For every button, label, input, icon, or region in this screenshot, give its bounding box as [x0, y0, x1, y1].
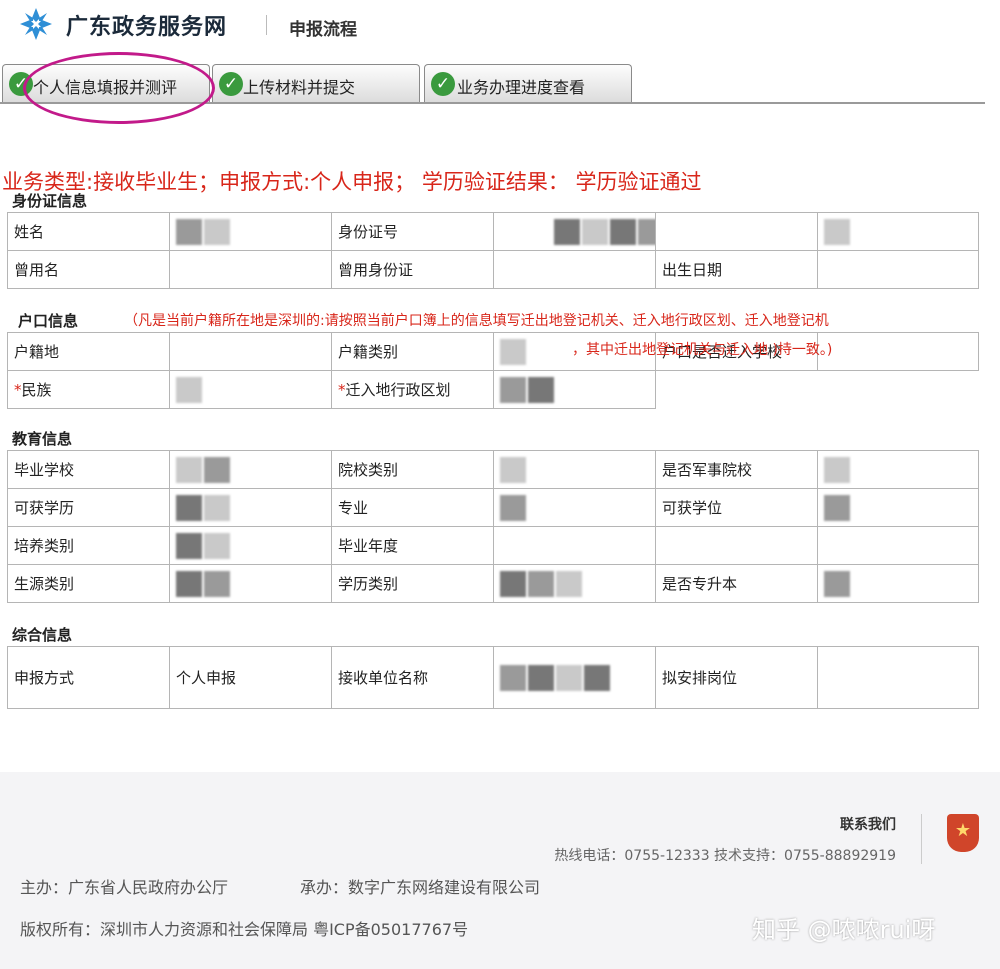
major-value [493, 488, 656, 527]
district-value[interactable] [493, 370, 656, 409]
source-value [169, 564, 332, 603]
edu-type-value [493, 564, 656, 603]
id-value [493, 212, 656, 251]
school-type-value [493, 450, 656, 489]
district-label-text: 迁入地行政区划 [345, 381, 451, 399]
empty-cell [817, 526, 979, 565]
table-row: *民族 *迁入地行政区划 [7, 370, 979, 409]
check-icon: ✓ [219, 72, 243, 96]
post-value [817, 646, 979, 709]
table-row: 生源类别 学历类别 是否专升本 [7, 564, 979, 603]
school-move-value [817, 332, 979, 371]
site-title[interactable]: 广东政务服务网 [66, 9, 227, 41]
former-name-label: 曾用名 [7, 250, 170, 289]
empty-cell [818, 371, 979, 409]
employer-value [493, 646, 656, 709]
tab-label: 上传材料并提交 [243, 78, 356, 97]
empty-cell [656, 371, 818, 409]
table-row: 申报方式 个人申报 接收单位名称 拟安排岗位 [7, 646, 979, 709]
grad-year-label: 毕业年度 [331, 526, 494, 565]
degree-label: 可获学历 [7, 488, 170, 527]
ethnicity-value[interactable] [169, 370, 332, 409]
district-label: *迁入地行政区划 [331, 370, 494, 409]
method-label: 申报方式 [7, 646, 170, 709]
extra-value [817, 212, 979, 251]
section-title-general: 综合信息 [12, 626, 73, 644]
former-name-value [169, 250, 332, 289]
post-label: 拟安排岗位 [655, 646, 818, 709]
annotation-circle [23, 52, 215, 124]
ethnicity-label: *民族 [7, 370, 170, 409]
header-divider [266, 15, 267, 35]
empty-cell [655, 526, 818, 565]
upgrade-value [817, 564, 979, 603]
main-content: ✓ 个人信息填报并测评 ✓ 上传材料并提交 ✓ 业务办理进度查看 业务类型:接收… [0, 52, 1000, 772]
general-table: 申报方式 个人申报 接收单位名称 拟安排岗位 [7, 646, 979, 709]
section-title-identity: 身份证信息 [12, 192, 88, 210]
tab-progress[interactable]: ✓ 业务办理进度查看 [424, 64, 632, 102]
section-title-education: 教育信息 [12, 430, 73, 448]
application-summary: 业务类型:接收毕业生；申报方式:个人申报； 学历验证结果： 学历验证通过 [2, 170, 702, 194]
source-label: 生源类别 [7, 564, 170, 603]
id-value-cont [655, 212, 818, 251]
household-note-continued: ，其中迁出地登记机关与迁入地 )持一致。) [572, 342, 833, 358]
military-label: 是否军事院校 [655, 450, 818, 489]
edu-type-label: 学历类别 [331, 564, 494, 603]
birth-value [817, 250, 979, 289]
training-value [169, 526, 332, 565]
household-place-label: 户籍地 [7, 332, 170, 371]
gov-badge-icon[interactable]: ★ [947, 814, 979, 852]
upgrade-label: 是否专升本 [655, 564, 818, 603]
table-row: 户籍地 户籍类别 户口是否迁入学校 [7, 332, 979, 371]
gov-logo-icon [18, 6, 54, 42]
birth-label: 出生日期 [655, 250, 818, 289]
training-label: 培养类别 [7, 526, 170, 565]
footer-divider [921, 814, 922, 864]
table-row: 可获学历 专业 可获学位 [7, 488, 979, 527]
section-title-household: 户口信息 [18, 312, 79, 330]
id-label: 身份证号 [331, 212, 494, 251]
table-row: 姓名 身份证号 [7, 212, 979, 251]
school-value [169, 450, 332, 489]
identity-table: 姓名 身份证号 曾用名 曾用身份证 出生日期 [7, 212, 979, 289]
footer: 联系我们 热线电话：0755-12333 技术支持：0755-88892919 … [0, 772, 1000, 969]
school-label: 毕业学校 [7, 450, 170, 489]
ethnicity-label-text: 民族 [21, 381, 52, 399]
watermark: 知乎 @哝哝rui呀 [752, 916, 936, 944]
former-id-value [493, 250, 656, 289]
hotline-text: 热线电话：0755-12333 技术支持：0755-88892919 [554, 848, 896, 864]
host-org: 主办：广东省人民政府办公厅 [20, 878, 229, 897]
household-table: 户籍地 户籍类别 户口是否迁入学校 *民族 *迁入地行政区划 [7, 332, 979, 409]
name-value [169, 212, 332, 251]
required-mark: * [14, 381, 22, 399]
education-table: 毕业学校 院校类别 是否军事院校 可获学历 专业 可获学位 培养类别 毕业年度 … [7, 450, 979, 603]
tab-upload-materials[interactable]: ✓ 上传材料并提交 [212, 64, 420, 102]
name-label: 姓名 [7, 212, 170, 251]
household-note: （凡是当前户籍所在地是深圳的:请按照当前户口簿上的信息填写迁出地登记机关、迁入地… [124, 313, 829, 329]
table-row: 毕业学校 院校类别 是否军事院校 [7, 450, 979, 489]
top-bar: 广东政务服务网 申报流程 [0, 0, 1000, 52]
school-type-label: 院校类别 [331, 450, 494, 489]
degree-value [169, 488, 332, 527]
tab-label: 业务办理进度查看 [457, 78, 586, 97]
former-id-label: 曾用身份证 [331, 250, 494, 289]
military-value [817, 450, 979, 489]
copyright: 版权所有：深圳市人力资源和社会保障局 粤ICP备05017767号 [20, 920, 469, 939]
contact-us-link[interactable]: 联系我们 [840, 814, 896, 834]
required-mark: * [338, 381, 346, 399]
grad-year-value [493, 526, 656, 565]
undertake-org: 承办：数字广东网络建设有限公司 [300, 878, 541, 897]
check-icon: ✓ [431, 72, 455, 96]
employer-label: 接收单位名称 [331, 646, 494, 709]
household-place-value [169, 332, 332, 371]
household-type-label: 户籍类别 [331, 332, 494, 371]
table-row: 曾用名 曾用身份证 出生日期 [7, 250, 979, 289]
major-label: 专业 [331, 488, 494, 527]
academic-degree-label: 可获学位 [655, 488, 818, 527]
breadcrumb: 申报流程 [289, 20, 357, 40]
method-value: 个人申报 [169, 646, 332, 709]
table-row: 培养类别 毕业年度 [7, 526, 979, 565]
academic-degree-value [817, 488, 979, 527]
